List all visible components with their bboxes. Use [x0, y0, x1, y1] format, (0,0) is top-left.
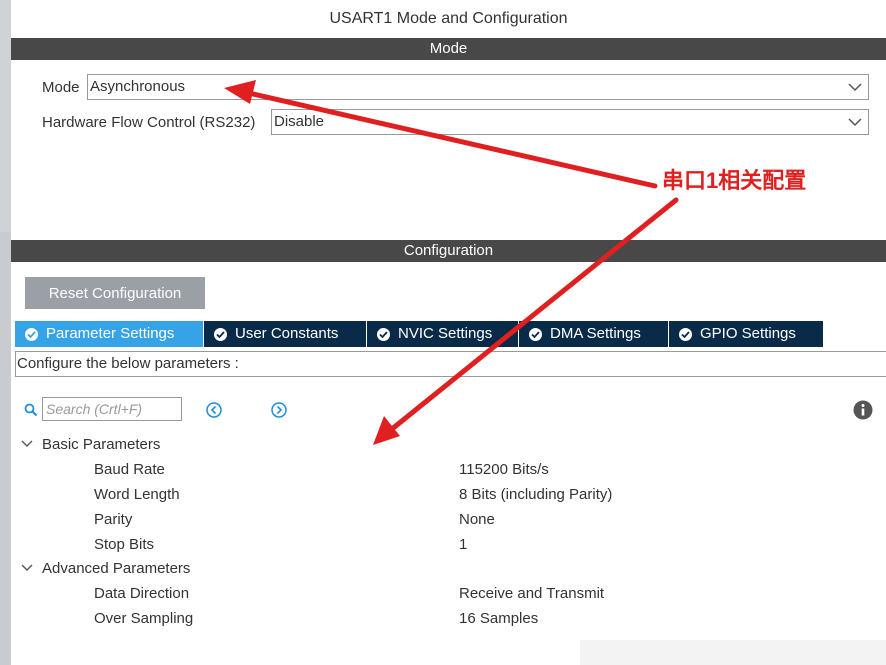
annotation-label: 串口1相关配置 [662, 168, 807, 193]
annotation-arrows [224, 80, 679, 445]
